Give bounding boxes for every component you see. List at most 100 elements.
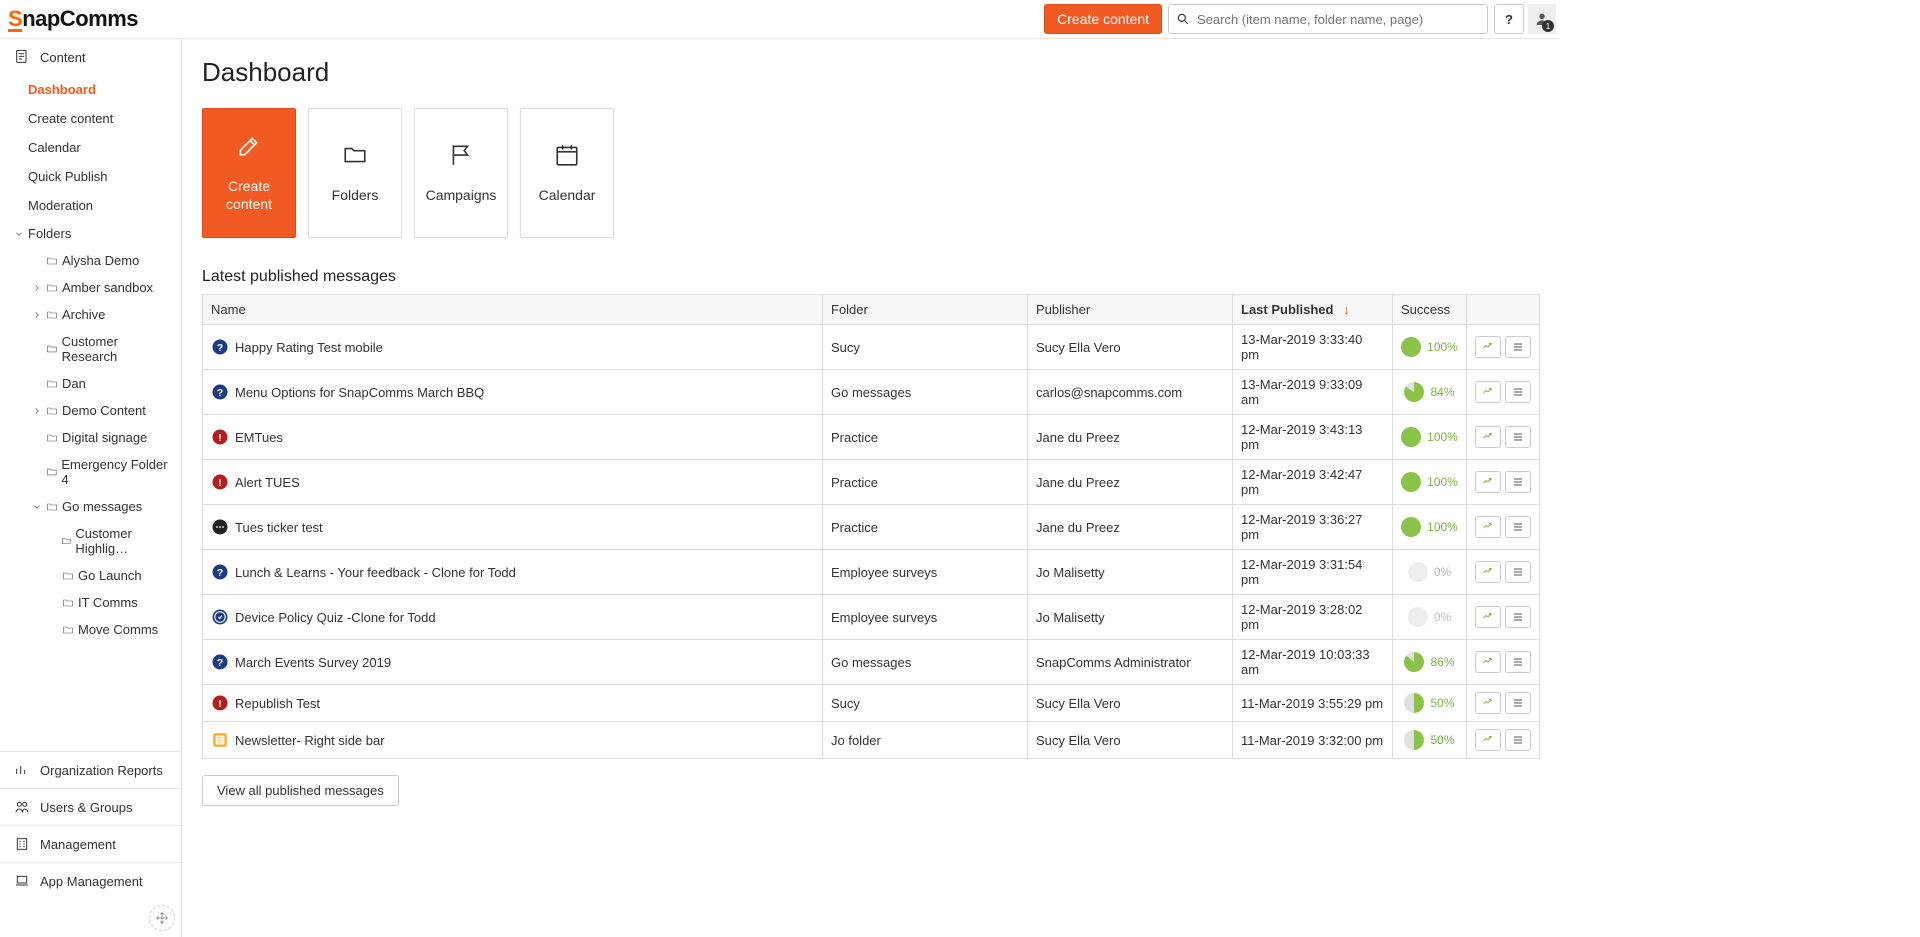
nav-item-quick-publish[interactable]: Quick Publish: [0, 162, 181, 191]
menu-icon: [1512, 431, 1524, 443]
section-title: Latest published messages: [202, 268, 1540, 286]
create-content-button[interactable]: Create content: [1044, 4, 1162, 34]
folder-icon: [46, 378, 58, 390]
success-pie-icon: [1401, 517, 1421, 537]
nav-item-moderation[interactable]: Moderation: [0, 191, 181, 220]
row-chart-button[interactable]: [1475, 471, 1501, 493]
question-icon: ?: [211, 563, 229, 581]
row-menu-button[interactable]: [1505, 729, 1531, 751]
cell-folder: Practice: [823, 415, 1028, 460]
row-chart-button[interactable]: [1475, 516, 1501, 538]
col-success[interactable]: Success: [1393, 295, 1467, 325]
sidebar-content-label: Content: [40, 50, 86, 65]
cell-publisher: Jo Malisetty: [1028, 550, 1233, 595]
folder-alysha-demo[interactable]: Alysha Demo: [0, 247, 181, 274]
message-name-link[interactable]: Menu Options for SnapComms March BBQ: [235, 385, 484, 400]
cell-publisher: Sucy Ella Vero: [1028, 325, 1233, 370]
success-pie-icon: [1404, 693, 1424, 713]
search-input[interactable]: [1168, 4, 1488, 34]
row-chart-button[interactable]: [1475, 729, 1501, 751]
folder-digital-signage[interactable]: Digital signage: [0, 424, 181, 451]
nav-item-dashboard[interactable]: Dashboard: [0, 75, 181, 104]
cell-last-published: 12-Mar-2019 3:28:02 pm: [1233, 595, 1393, 640]
chart-icon: [1482, 566, 1494, 578]
menu-icon: [1512, 341, 1524, 353]
folder-icon: [46, 466, 58, 478]
col-folder[interactable]: Folder: [823, 295, 1028, 325]
row-chart-button[interactable]: [1475, 336, 1501, 358]
message-name-link[interactable]: Happy Rating Test mobile: [235, 340, 383, 355]
col-last-published-label: Last Published: [1241, 302, 1333, 317]
row-menu-button[interactable]: [1505, 381, 1531, 403]
menu-icon: [1512, 734, 1524, 746]
row-chart-button[interactable]: [1475, 561, 1501, 583]
folder-icon: [61, 535, 72, 547]
col-publisher[interactable]: Publisher: [1028, 295, 1233, 325]
folder-go-messages[interactable]: Go messages: [0, 493, 181, 520]
nav-item-create-content[interactable]: Create content: [0, 104, 181, 133]
row-menu-button[interactable]: [1505, 471, 1531, 493]
folder-icon: [62, 597, 74, 609]
col-last-published[interactable]: Last Published ↓: [1233, 295, 1393, 325]
tile-create-content[interactable]: Createcontent: [202, 108, 296, 238]
folder-icon: [46, 255, 58, 267]
sidebar-organization-reports[interactable]: Organization Reports: [0, 751, 181, 788]
message-name-link[interactable]: March Events Survey 2019: [235, 655, 391, 670]
sidebar-app-management[interactable]: App Management: [0, 862, 181, 899]
folder-archive[interactable]: Archive: [0, 301, 181, 328]
sidebar-users-groups[interactable]: Users & Groups: [0, 788, 181, 825]
col-name[interactable]: Name: [203, 295, 823, 325]
tile-calendar[interactable]: Calendar: [520, 108, 614, 238]
message-name-link[interactable]: Tues ticker test: [235, 520, 323, 535]
tile-label: Createcontent: [226, 177, 272, 213]
row-chart-button[interactable]: [1475, 381, 1501, 403]
cell-last-published: 12-Mar-2019 3:43:13 pm: [1233, 415, 1393, 460]
help-button[interactable]: ?: [1494, 4, 1524, 34]
laptop-icon: [14, 873, 30, 889]
row-chart-button[interactable]: [1475, 651, 1501, 673]
nav-item-calendar[interactable]: Calendar: [0, 133, 181, 162]
row-menu-button[interactable]: [1505, 336, 1531, 358]
folder-emergency-folder-4[interactable]: Emergency Folder 4: [0, 451, 181, 493]
chevron-right-icon: [32, 283, 42, 293]
cell-success: 0%: [1401, 562, 1458, 582]
folder-customer-research[interactable]: Customer Research: [0, 328, 181, 370]
folder-it-comms[interactable]: IT Comms: [0, 589, 181, 616]
sidebar-section-content[interactable]: Content: [0, 39, 181, 75]
sidebar-folders-header[interactable]: Folders: [0, 220, 181, 247]
message-name-link[interactable]: Device Policy Quiz -Clone for Todd: [235, 610, 436, 625]
row-menu-button[interactable]: [1505, 692, 1531, 714]
message-name-link[interactable]: Alert TUES: [235, 475, 300, 490]
building-icon: [14, 836, 30, 852]
row-chart-button[interactable]: [1475, 426, 1501, 448]
folder-customer-highlig-[interactable]: Customer Highlig…: [0, 520, 181, 562]
question-icon: ?: [211, 383, 229, 401]
sidebar-bottom-label: Organization Reports: [40, 763, 163, 778]
folder-amber-sandbox[interactable]: Amber sandbox: [0, 274, 181, 301]
folder-move-comms[interactable]: Move Comms: [0, 616, 181, 643]
view-all-button[interactable]: View all published messages: [202, 775, 399, 806]
page-title: Dashboard: [202, 57, 1540, 88]
folder-dan[interactable]: Dan: [0, 370, 181, 397]
message-name-link[interactable]: Newsletter- Right side bar: [235, 733, 385, 748]
message-name-link[interactable]: EMTues: [235, 430, 283, 445]
row-menu-button[interactable]: [1505, 651, 1531, 673]
row-menu-button[interactable]: [1505, 426, 1531, 448]
folder-demo-content[interactable]: Demo Content: [0, 397, 181, 424]
message-name-link[interactable]: Lunch & Learns - Your feedback - Clone f…: [235, 565, 516, 580]
row-chart-button[interactable]: [1475, 606, 1501, 628]
sidebar-management[interactable]: Management: [0, 825, 181, 862]
message-name-link[interactable]: Republish Test: [235, 696, 320, 711]
row-chart-button[interactable]: [1475, 692, 1501, 714]
user-menu-button[interactable]: 1: [1528, 4, 1556, 34]
row-menu-button[interactable]: [1505, 561, 1531, 583]
row-menu-button[interactable]: [1505, 606, 1531, 628]
tile-folders[interactable]: Folders: [308, 108, 402, 238]
success-pie-icon: [1404, 730, 1424, 750]
logo-rest: napComms: [22, 6, 138, 31]
tile-campaigns[interactable]: Campaigns: [414, 108, 508, 238]
row-menu-button[interactable]: [1505, 516, 1531, 538]
folder-go-launch[interactable]: Go Launch: [0, 562, 181, 589]
move-handle-button[interactable]: [149, 905, 175, 931]
success-percent: 100%: [1427, 340, 1458, 354]
